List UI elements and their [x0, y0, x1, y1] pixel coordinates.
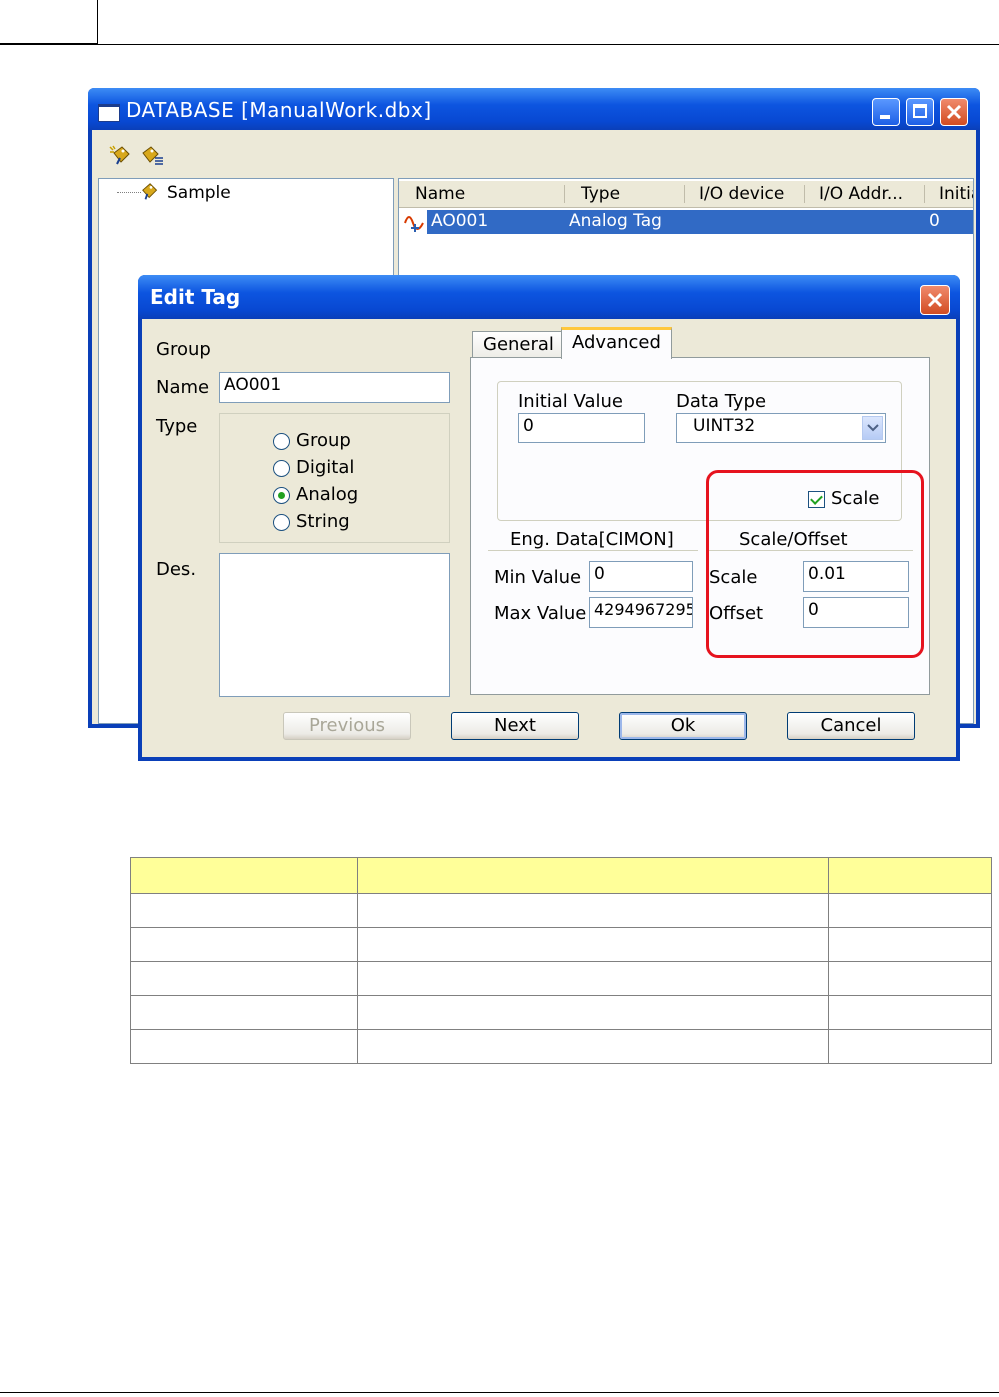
tag-group-icon: [142, 183, 158, 200]
table-cell: [828, 961, 992, 996]
table-row: [130, 893, 992, 928]
close-icon: [946, 104, 962, 120]
close-icon: [927, 292, 943, 308]
close-button[interactable]: [940, 98, 968, 126]
group-label: Group: [156, 339, 211, 360]
table-cell: [828, 927, 992, 962]
description-textarea[interactable]: [219, 553, 450, 697]
window-icon: [98, 104, 120, 122]
analog-tag-icon: [404, 216, 424, 232]
table-cell: [828, 995, 992, 1030]
table-cell: [130, 995, 358, 1030]
eng-data-group-label: Eng. Data[CIMON]: [510, 529, 674, 550]
table-cell: [357, 893, 829, 928]
maximize-button[interactable]: [906, 98, 934, 126]
table-row: [130, 995, 992, 1030]
cancel-button[interactable]: Cancel: [787, 712, 915, 740]
tree-connector: [117, 192, 141, 193]
table-header-row: [130, 857, 992, 894]
row-name-cell: AO001: [431, 211, 489, 231]
page-header-box: [0, 0, 98, 44]
chevron-down-icon: [867, 424, 879, 432]
table-row: [130, 961, 992, 996]
maximize-icon: [913, 104, 927, 118]
data-type-label: Data Type: [676, 391, 767, 412]
table-header-cell: [130, 857, 358, 894]
tab-advanced[interactable]: Advanced: [561, 327, 672, 359]
min-value-input[interactable]: 0: [589, 561, 693, 592]
page-header-rule: [0, 44, 999, 45]
dialog-title: Edit Tag: [150, 285, 241, 309]
column-header-name[interactable]: Name: [415, 184, 465, 204]
table-header-cell: [357, 857, 829, 894]
radio-string-label: String: [296, 511, 350, 532]
column-separator: [684, 185, 685, 203]
tab-general[interactable]: General: [472, 331, 565, 359]
data-type-select[interactable]: UINT32: [676, 413, 886, 443]
max-value-label: Max Value: [494, 603, 587, 624]
tree-item-sample[interactable]: Sample: [167, 183, 231, 203]
eng-data-divider: [488, 550, 698, 551]
next-button[interactable]: Next: [451, 712, 579, 740]
column-header-type[interactable]: Type: [581, 184, 620, 204]
table-cell: [130, 961, 358, 996]
radio-analog[interactable]: [273, 487, 290, 504]
column-separator: [804, 185, 805, 203]
database-window-title: DATABASE [ManualWork.dbx]: [126, 98, 432, 122]
name-label: Name: [156, 377, 210, 398]
table-row[interactable]: [427, 210, 973, 234]
list-header: Name Type I/O device I/O Addr... Initia: [399, 181, 973, 208]
description-label: Des.: [156, 559, 197, 580]
column-header-io-device[interactable]: I/O device: [699, 184, 784, 204]
radio-digital-label: Digital: [296, 457, 355, 478]
type-label: Type: [156, 416, 198, 437]
min-value-label: Min Value: [494, 567, 582, 588]
minimize-button[interactable]: [872, 98, 900, 126]
table-header-cell: [828, 857, 992, 894]
reference-table: [130, 857, 992, 1064]
previous-button[interactable]: Previous: [283, 712, 411, 740]
column-separator: [564, 185, 565, 203]
dialog-close-button[interactable]: [920, 285, 950, 315]
tag-list-icon[interactable]: [140, 144, 164, 168]
minimize-icon: [880, 115, 890, 119]
ok-button[interactable]: Ok: [619, 712, 747, 740]
radio-group[interactable]: [273, 433, 290, 450]
table-cell: [130, 927, 358, 962]
row-initial-cell: 0: [929, 211, 940, 231]
table-row: [130, 927, 992, 962]
table-cell: [828, 893, 992, 928]
dropdown-button[interactable]: [862, 416, 883, 440]
table-cell: [130, 893, 358, 928]
page-footer-rule: [0, 1392, 999, 1393]
table-cell: [357, 995, 829, 1030]
initial-value-label: Initial Value: [518, 391, 623, 412]
radio-string[interactable]: [273, 514, 290, 531]
database-window-titlebar[interactable]: DATABASE [ManualWork.dbx]: [88, 88, 980, 130]
dialog-titlebar[interactable]: Edit Tag: [138, 275, 960, 319]
column-separator: [924, 185, 925, 203]
radio-analog-label: Analog: [296, 484, 359, 505]
scale-highlight-box: [706, 470, 924, 658]
max-value-input[interactable]: 4294967295: [589, 597, 693, 628]
radio-digital[interactable]: [273, 460, 290, 477]
table-cell: [130, 1029, 358, 1064]
table-cell: [828, 1029, 992, 1064]
radio-group-label: Group: [296, 430, 351, 451]
name-input[interactable]: AO001: [219, 372, 450, 403]
row-type-cell: Analog Tag: [569, 211, 662, 231]
table-cell: [357, 961, 829, 996]
table-cell: [357, 927, 829, 962]
table-row: [130, 1029, 992, 1064]
column-header-io-addr[interactable]: I/O Addr...: [819, 184, 903, 204]
new-tag-icon[interactable]: [108, 144, 132, 168]
initial-value-input[interactable]: 0: [518, 413, 645, 443]
table-cell: [357, 1029, 829, 1064]
column-header-initial[interactable]: Initia: [939, 184, 973, 204]
